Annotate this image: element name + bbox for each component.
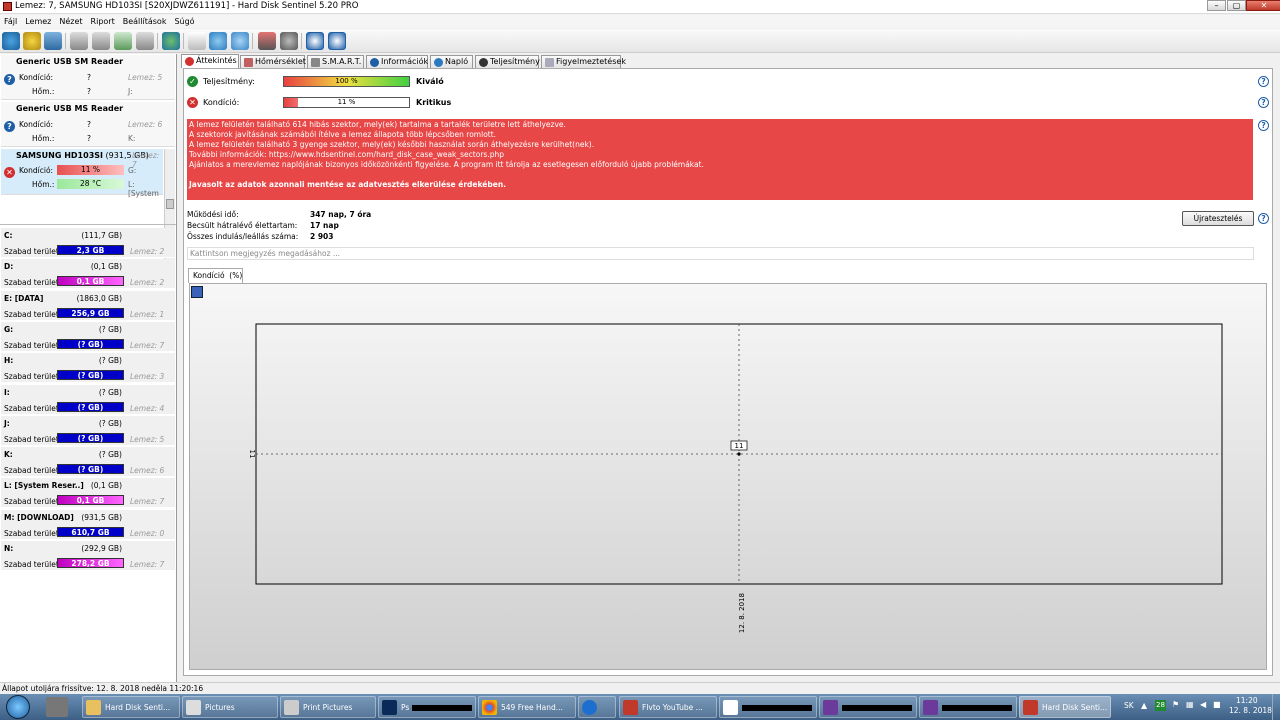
status-bar: Állapot utoljára frissítve: 12. 8. 2018 …	[0, 682, 1280, 694]
media-player-icon[interactable]	[46, 697, 68, 717]
taskbar-item-flvto[interactable]: Flvto YouTube ...	[619, 696, 717, 718]
condition-chart: 11 11 12. 8. 2018	[248, 323, 1223, 633]
taskbar-item-print-pictures[interactable]: Print Pictures	[280, 696, 376, 718]
chart-x-tick-label: 12. 8. 2018	[738, 593, 746, 633]
taskbar-item-ie[interactable]	[578, 696, 616, 718]
chart-data-label: 11	[735, 442, 744, 450]
hds-tray-icon[interactable]: 28	[1155, 700, 1166, 711]
taskbar-item-hidden-1[interactable]	[719, 696, 817, 718]
taskbar-item-hidden-3[interactable]	[919, 696, 1017, 718]
tray-arrow-icon[interactable]: ▲	[1141, 701, 1147, 710]
taskbar-item-browser[interactable]: 549 Free Hand...	[478, 696, 576, 718]
taskbar-item-hds-active[interactable]: Hard Disk Senti...	[1019, 696, 1111, 718]
volume-icon[interactable]: ◀	[1200, 700, 1206, 709]
start-button[interactable]	[6, 695, 30, 719]
taskbar-item-hds[interactable]: Hard Disk Senti...	[82, 696, 180, 718]
chart-y-tick-label: 11	[248, 450, 256, 459]
network-icon[interactable]: ▦	[1186, 700, 1194, 709]
clock-time[interactable]: 11:20	[1236, 696, 1258, 705]
clock-date[interactable]: 12. 8. 2018	[1229, 706, 1272, 715]
taskbar-item-pictures[interactable]: Pictures	[182, 696, 278, 718]
chart-data-point	[737, 452, 741, 456]
taskbar-item-hidden-2[interactable]	[819, 696, 917, 718]
taskbar: Hard Disk Senti... Pictures Print Pictur…	[0, 694, 1280, 720]
flag-icon[interactable]: ⚑	[1172, 700, 1179, 709]
tray-extra-icon[interactable]: ■	[1213, 700, 1221, 709]
language-indicator[interactable]: SK	[1124, 701, 1134, 710]
show-desktop-button[interactable]	[1272, 694, 1280, 720]
taskbar-item-photoshop[interactable]: Ps	[378, 696, 476, 718]
